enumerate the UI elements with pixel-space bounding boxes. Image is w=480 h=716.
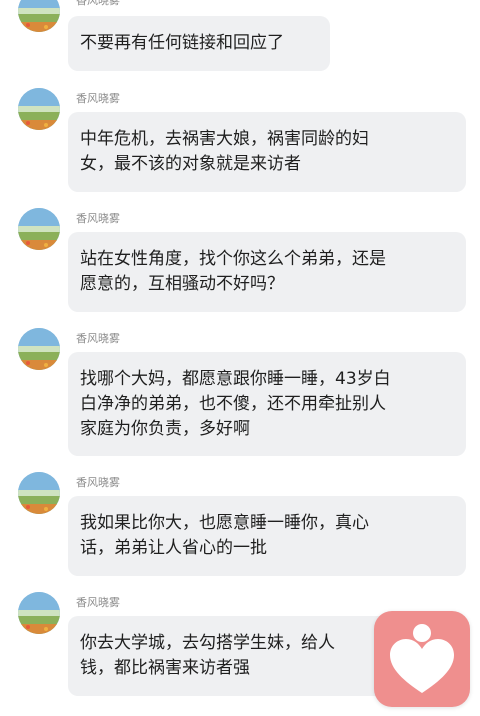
message-bubble: 站在女性角度，找个你这么个弟弟，还是 愿意的，互相骚动不好吗？: [68, 232, 466, 312]
heart-person-icon: [390, 624, 454, 693]
message-text-line: 话，弟弟让人省心的一批: [80, 538, 267, 558]
avatar[interactable]: [18, 88, 60, 130]
sender-name: 香风晓雾: [76, 92, 120, 105]
message-bubble: 我如果比你大，也愿意睡一睡你，真心 话，弟弟让人省心的一批: [68, 496, 466, 576]
message-text-line: 找哪个大妈，都愿意跟你睡一睡，43岁白: [80, 369, 391, 389]
message-bubble: 中年危机，去祸害大娘，祸害同龄的妇 女，最不该的对象就是来访者: [68, 112, 466, 192]
message-text-line: 女，最不该的对象就是来访者: [80, 154, 301, 174]
message-text-line: 我如果比你大，也愿意睡一睡你，真心: [80, 513, 369, 533]
message-text-line: 白净净的弟弟，也不傻，还不用牵扯别人: [80, 394, 386, 414]
avatar[interactable]: [18, 328, 60, 370]
message-text-line: 中年危机，去祸害大娘，祸害同龄的妇: [80, 129, 369, 149]
sender-name: 香风晓雾: [76, 476, 120, 489]
message-bubble: 不要再有任何链接和回应了: [68, 16, 330, 71]
message-bubble: 找哪个大妈，都愿意跟你睡一睡，43岁白 白净净的弟弟，也不傻，还不用牵扯别人 家…: [68, 352, 466, 456]
floating-heart-button[interactable]: [374, 611, 470, 707]
sender-name: 香风晓雾: [76, 0, 120, 7]
message-text-line: 愿意的，互相骚动不好吗？: [80, 274, 284, 294]
chat-message-list: 香风晓雾 不要再有任何链接和回应了 香风晓雾 中年危机，去祸害大娘，祸害同龄的妇…: [0, 0, 480, 716]
message-text-line: 家庭为你负责，多好啊: [80, 419, 250, 439]
sender-name: 香风晓雾: [76, 332, 120, 345]
avatar[interactable]: [18, 208, 60, 250]
sender-name: 香风晓雾: [76, 212, 120, 225]
avatar[interactable]: [18, 0, 60, 32]
sender-name: 香风晓雾: [76, 596, 120, 609]
message-text-line: 不要再有任何链接和回应了: [80, 33, 284, 53]
avatar[interactable]: [18, 592, 60, 634]
message-text-line: 站在女性角度，找个你这么个弟弟，还是: [80, 249, 386, 269]
avatar[interactable]: [18, 472, 60, 514]
